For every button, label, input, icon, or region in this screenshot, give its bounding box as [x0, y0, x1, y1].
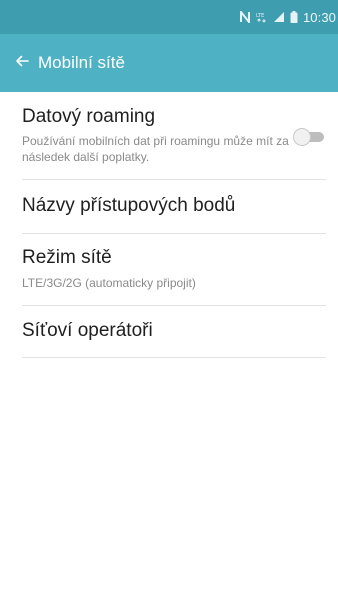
status-icons: LTE 10:30	[239, 0, 336, 34]
network-operators-title: Síťoví operátoři	[22, 320, 153, 341]
data-roaming-toggle[interactable]	[294, 129, 324, 145]
network-mode-title: Režim sítě	[22, 247, 112, 268]
data-roaming-description: Používání mobilních dat při roamingu můž…	[22, 134, 289, 164]
settings-list: Datový roaming Používání mobilních dat p…	[0, 92, 338, 358]
back-arrow-icon	[15, 54, 29, 72]
svg-text:LTE: LTE	[256, 13, 264, 19]
page-title: Mobilní sítě	[38, 53, 125, 72]
data-roaming-setting[interactable]: Datový roaming Používání mobilních dat p…	[22, 92, 326, 180]
status-clock: 10:30	[302, 9, 336, 25]
apn-setting[interactable]: Názvy přístupových bodů	[22, 180, 326, 234]
nfc-icon	[239, 11, 251, 23]
lte-icon: LTE	[256, 11, 268, 23]
signal-icon	[273, 11, 285, 23]
apn-title: Názvy přístupových bodů	[22, 195, 236, 216]
network-mode-setting[interactable]: Režim sítě LTE/3G/2G (automaticky připoj…	[22, 234, 326, 306]
battery-icon	[290, 11, 298, 23]
status-bar: LTE 10:30	[0, 0, 338, 34]
network-operators-setting[interactable]: Síťoví operátoři	[22, 306, 326, 358]
toggle-thumb	[294, 129, 310, 145]
network-mode-value: LTE/3G/2G (automaticky připojit)	[22, 276, 196, 290]
action-bar: Mobilní sítě	[0, 34, 338, 92]
data-roaming-title: Datový roaming	[22, 106, 156, 127]
mobile-networks-screen: LTE 10:30 Mobilní sítě Datový roaming Po…	[0, 0, 338, 610]
